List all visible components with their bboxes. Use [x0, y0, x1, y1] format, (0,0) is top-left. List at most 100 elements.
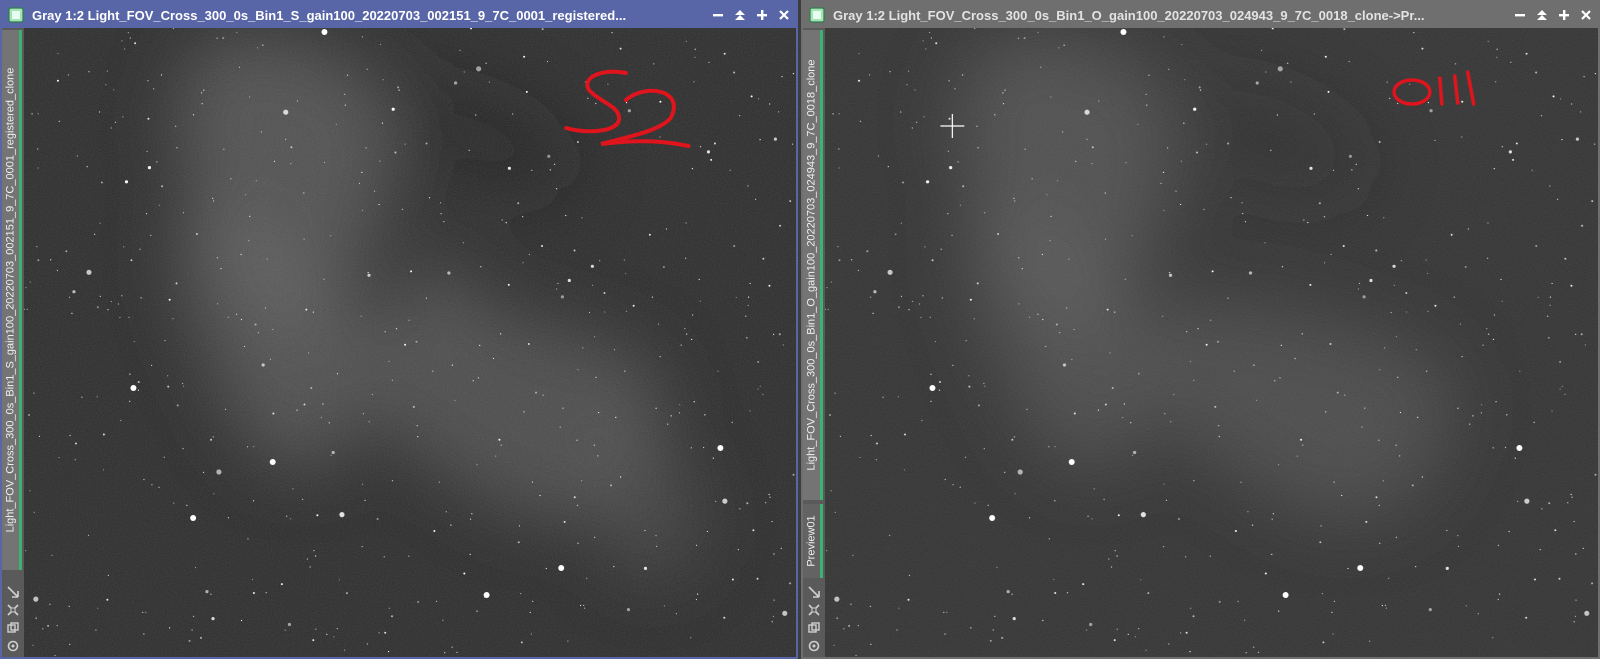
star — [930, 400, 932, 402]
star — [828, 414, 831, 416]
star — [361, 36, 363, 38]
star — [900, 295, 903, 297]
star — [193, 615, 195, 618]
minimize-icon[interactable] — [710, 7, 726, 23]
star — [1287, 62, 1289, 64]
image-window-s2[interactable]: Gray 1:2 Light_FOV_Cross_300_0s_Bin1_S_g… — [0, 0, 798, 659]
star — [1535, 245, 1538, 247]
tab-image-label: Light_FOV_Cross_300_0s_Bin1_O_gain100_20… — [805, 59, 818, 471]
fit-view-icon[interactable] — [6, 603, 20, 617]
star — [1537, 296, 1539, 299]
star — [365, 147, 367, 149]
shade-icon[interactable] — [732, 7, 748, 23]
star — [1331, 611, 1333, 613]
star — [517, 202, 520, 205]
star — [310, 387, 313, 389]
star — [908, 309, 910, 311]
star — [624, 370, 626, 372]
star — [1054, 592, 1057, 594]
star — [1332, 169, 1335, 171]
shrink-view-icon[interactable] — [807, 585, 821, 599]
star — [290, 146, 293, 149]
image-window-oiii[interactable]: Gray 1:2 Light_FOV_Cross_300_0s_Bin1_O_g… — [801, 0, 1600, 659]
star — [1580, 333, 1583, 336]
star — [1014, 200, 1016, 202]
star — [246, 446, 249, 448]
window-titlebar[interactable]: Gray 1:2 Light_FOV_Cross_300_0s_Bin1_O_g… — [803, 2, 1598, 28]
star — [96, 306, 99, 309]
star — [416, 425, 418, 427]
view-sidebar: Light_FOV_Cross_300_0s_Bin1_S_gain100_20… — [2, 28, 24, 657]
star — [940, 248, 942, 250]
star — [140, 297, 142, 299]
star — [1492, 637, 1494, 639]
star — [1004, 89, 1006, 91]
star — [202, 471, 205, 473]
star — [435, 600, 438, 603]
star — [560, 295, 565, 299]
star — [1103, 498, 1105, 500]
star — [934, 340, 937, 343]
maximize-icon[interactable] — [754, 7, 770, 23]
star — [750, 95, 753, 98]
star — [438, 481, 440, 483]
star — [1500, 278, 1502, 281]
star — [826, 287, 828, 289]
star — [1026, 408, 1028, 410]
view-sidebar: Light_FOV_Cross_300_0s_Bin1_O_gain100_20… — [803, 28, 825, 657]
star — [1343, 28, 1346, 31]
maximize-icon[interactable] — [1556, 7, 1572, 23]
star — [957, 161, 959, 163]
close-icon[interactable] — [776, 7, 792, 23]
view-settings-icon[interactable] — [807, 639, 821, 653]
star — [273, 160, 276, 162]
star — [440, 213, 442, 215]
star — [253, 446, 255, 448]
star — [1248, 271, 1253, 275]
star — [358, 182, 361, 184]
star — [1457, 545, 1460, 548]
star — [505, 222, 507, 224]
star — [1446, 529, 1448, 532]
view-settings-icon[interactable] — [6, 639, 20, 653]
star — [559, 426, 561, 428]
shade-icon[interactable] — [1534, 7, 1550, 23]
star — [710, 158, 713, 161]
star — [1573, 520, 1575, 523]
star — [303, 403, 306, 406]
star — [944, 633, 946, 635]
star — [665, 228, 668, 230]
star — [951, 234, 953, 236]
window-titlebar[interactable]: Gray 1:2 Light_FOV_Cross_300_0s_Bin1_S_g… — [2, 2, 796, 28]
star — [1397, 102, 1399, 105]
star — [175, 282, 178, 285]
clone-view-icon[interactable] — [807, 621, 821, 635]
star — [692, 314, 694, 316]
star — [72, 290, 76, 294]
star — [723, 616, 726, 619]
star — [938, 389, 941, 391]
image-viewport[interactable] — [825, 28, 1598, 657]
star — [1583, 76, 1585, 78]
star — [1434, 139, 1436, 141]
star — [759, 139, 761, 141]
star — [230, 178, 232, 180]
tab-preview01[interactable]: Preview01 — [803, 504, 823, 578]
image-viewport[interactable] — [24, 28, 796, 657]
nebula-image — [24, 28, 796, 657]
star — [1071, 358, 1073, 360]
minimize-icon[interactable] — [1512, 7, 1528, 23]
shrink-view-icon[interactable] — [6, 585, 20, 599]
star — [361, 209, 364, 211]
tab-image-view[interactable]: Light_FOV_Cross_300_0s_Bin1_S_gain100_20… — [2, 30, 22, 570]
fit-view-icon[interactable] — [807, 603, 821, 617]
star — [1054, 446, 1056, 448]
close-icon[interactable] — [1578, 7, 1594, 23]
star — [1168, 68, 1170, 70]
tab-image-view[interactable]: Light_FOV_Cross_300_0s_Bin1_O_gain100_20… — [803, 30, 823, 500]
clone-view-icon[interactable] — [6, 621, 20, 635]
star — [643, 566, 648, 571]
star — [1108, 558, 1110, 560]
star — [769, 103, 771, 105]
star — [1013, 197, 1015, 199]
